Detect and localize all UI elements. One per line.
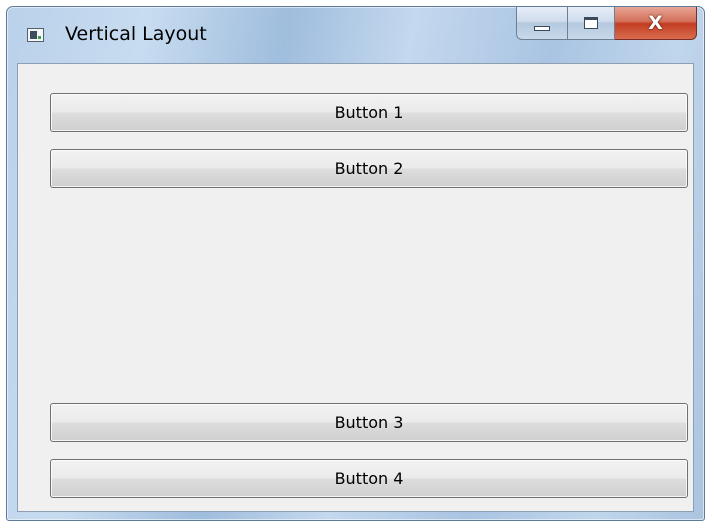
button-1[interactable]: Button 1 bbox=[50, 93, 688, 132]
minimize-button[interactable] bbox=[516, 7, 568, 40]
maximize-icon bbox=[584, 17, 598, 29]
maximize-button[interactable] bbox=[568, 7, 615, 40]
button-4[interactable]: Button 4 bbox=[50, 459, 688, 498]
app-window: Vertical Layout X Button 1 Button 2 Butt… bbox=[6, 6, 705, 521]
window-title: Vertical Layout bbox=[65, 23, 207, 45]
close-icon: X bbox=[648, 11, 663, 34]
button-3[interactable]: Button 3 bbox=[50, 403, 688, 442]
button-2[interactable]: Button 2 bbox=[50, 149, 688, 188]
caption-buttons: X bbox=[516, 7, 697, 41]
window-client-area: Button 1 Button 2 Button 3 Button 4 bbox=[17, 63, 694, 512]
app-window-icon[interactable] bbox=[27, 28, 44, 42]
close-button[interactable]: X bbox=[615, 7, 697, 40]
title-bar[interactable]: Vertical Layout X bbox=[7, 7, 704, 63]
minimize-icon bbox=[534, 25, 550, 31]
